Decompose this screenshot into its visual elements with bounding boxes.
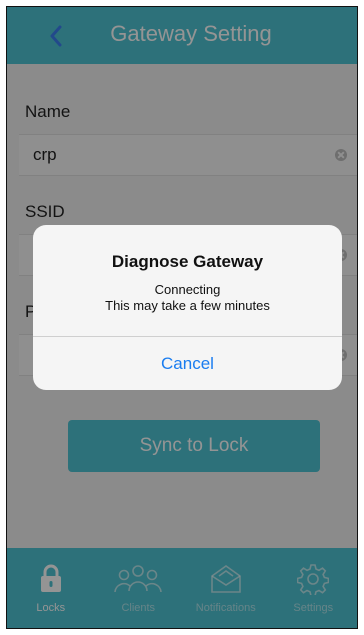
alert-title: Diagnose Gateway xyxy=(111,252,264,271)
alert-message: This may take a few minutes xyxy=(105,298,270,313)
alert-status: Connecting xyxy=(154,282,221,297)
alert-dialog: Diagnose Gateway Connecting This may tak… xyxy=(33,225,342,390)
cancel-button[interactable]: Cancel xyxy=(33,337,342,390)
